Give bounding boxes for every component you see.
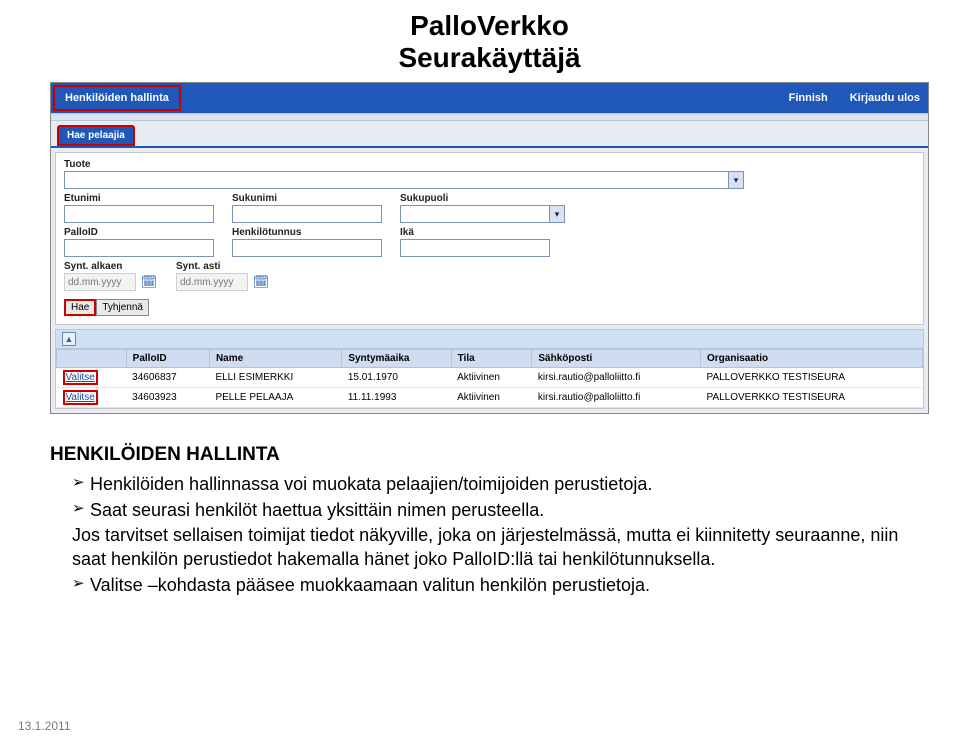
footer-date: 13.1.2011 [18,719,71,733]
cell-email: kirsi.rautio@palloliitto.fi [532,388,701,408]
calendar-icon[interactable]: 🗓 [140,273,158,291]
cell-email: kirsi.rautio@palloliitto.fi [532,368,701,388]
collapse-icon[interactable]: ▲ [62,332,76,346]
heading-line1: PalloVerkko [50,10,929,42]
cell-org: PALLOVERKKO TESTISEURA [701,368,923,388]
dob-from-label: Synt. alkaen [64,261,158,272]
search-panel: Tuote ▾ Etunimi Sukunimi Sukupuoli [55,152,924,325]
cell-name: PELLE PELAAJA [209,388,341,408]
col-select [57,350,127,368]
firstname-input[interactable] [64,205,214,223]
cell-status: Aktiivinen [451,368,532,388]
cell-status: Aktiivinen [451,388,532,408]
age-label: Ikä [400,227,550,238]
description-title: HENKILÖIDEN HALLINTA [50,442,929,468]
sub-tabs: Hae pelaajia [51,121,928,148]
toolbar-strip [51,113,928,121]
description-block: HENKILÖIDEN HALLINTA Henkilöiden hallinn… [50,442,929,597]
col-name[interactable]: Name [209,350,341,368]
gender-select[interactable] [400,205,550,223]
cell-org: PALLOVERKKO TESTISEURA [701,388,923,408]
search-button[interactable]: Hae [64,299,96,316]
language-selector[interactable]: Finnish [775,83,842,113]
ssn-input[interactable] [232,239,382,257]
cell-dob: 15.01.1970 [342,368,451,388]
results-panel: ▲ PalloID Name Syntymäaika Tila Sähköpos… [55,329,924,409]
logout-link[interactable]: Kirjaudu ulos [842,83,928,113]
clear-button[interactable]: Tyhjennä [96,299,149,316]
bullet-3: Valitse –kohdasta pääsee muokkaamaan val… [72,573,929,597]
bullet-1: Henkilöiden hallinnassa voi muokata pela… [72,472,929,496]
chevron-down-icon[interactable]: ▾ [549,205,565,223]
cell-palloid: 34606837 [126,368,209,388]
page-heading: PalloVerkko Seurakäyttäjä [50,10,929,74]
select-link[interactable]: Valitse [66,372,95,383]
top-nav-bar: Henkilöiden hallinta Finnish Kirjaudu ul… [51,83,928,113]
cell-dob: 11.11.1993 [342,388,451,408]
col-palloid[interactable]: PalloID [126,350,209,368]
table-row: Valitse 34606837 ELLI ESIMERKKI 15.01.19… [57,368,923,388]
tab-person-management[interactable]: Henkilöiden hallinta [53,85,181,111]
ssn-label: Henkilötunnus [232,227,382,238]
tab-search-players[interactable]: Hae pelaajia [57,125,135,146]
age-input[interactable] [400,239,550,257]
col-dob[interactable]: Syntymäaika [342,350,451,368]
lastname-input[interactable] [232,205,382,223]
col-status[interactable]: Tila [451,350,532,368]
select-link[interactable]: Valitse [66,392,95,403]
palloid-input[interactable] [64,239,214,257]
dob-from-input[interactable] [64,273,136,291]
product-select[interactable] [64,171,729,189]
gender-label: Sukupuoli [400,193,565,204]
col-email[interactable]: Sähköposti [532,350,701,368]
col-org[interactable]: Organisaatio [701,350,923,368]
bullet-2: Saat seurasi henkilöt haettua yksittäin … [72,498,929,571]
heading-line2: Seurakäyttäjä [50,42,929,74]
firstname-label: Etunimi [64,193,214,204]
cell-name: ELLI ESIMERKKI [209,368,341,388]
palloid-label: PalloID [64,227,214,238]
results-table: PalloID Name Syntymäaika Tila Sähköposti… [56,349,923,408]
dob-to-label: Synt. asti [176,261,270,272]
app-window: Henkilöiden hallinta Finnish Kirjaudu ul… [50,82,929,414]
calendar-icon[interactable]: 🗓 [252,273,270,291]
chevron-down-icon[interactable]: ▾ [728,171,744,189]
lastname-label: Sukunimi [232,193,382,204]
product-label: Tuote [64,159,915,170]
table-row: Valitse 34603923 PELLE PELAAJA 11.11.199… [57,388,923,408]
dob-to-input[interactable] [176,273,248,291]
cell-palloid: 34603923 [126,388,209,408]
